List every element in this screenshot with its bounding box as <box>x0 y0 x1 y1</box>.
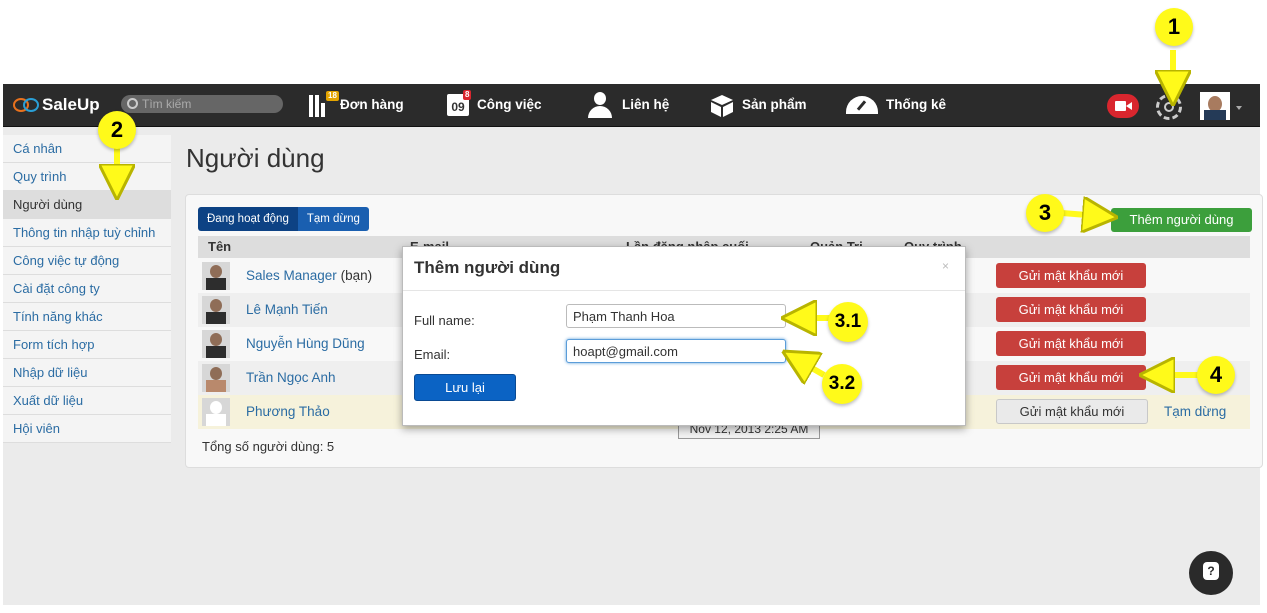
step-callout-1: 1 <box>1155 8 1193 46</box>
step-callout-3-2: 3.2 <box>822 364 862 404</box>
step-callout-3: 3 <box>1026 194 1064 232</box>
step-callout-2: 2 <box>98 111 136 149</box>
step-callout-4: 4 <box>1197 356 1235 394</box>
annotation-arrows <box>0 50 1199 613</box>
step-callout-3-1: 3.1 <box>828 302 868 342</box>
